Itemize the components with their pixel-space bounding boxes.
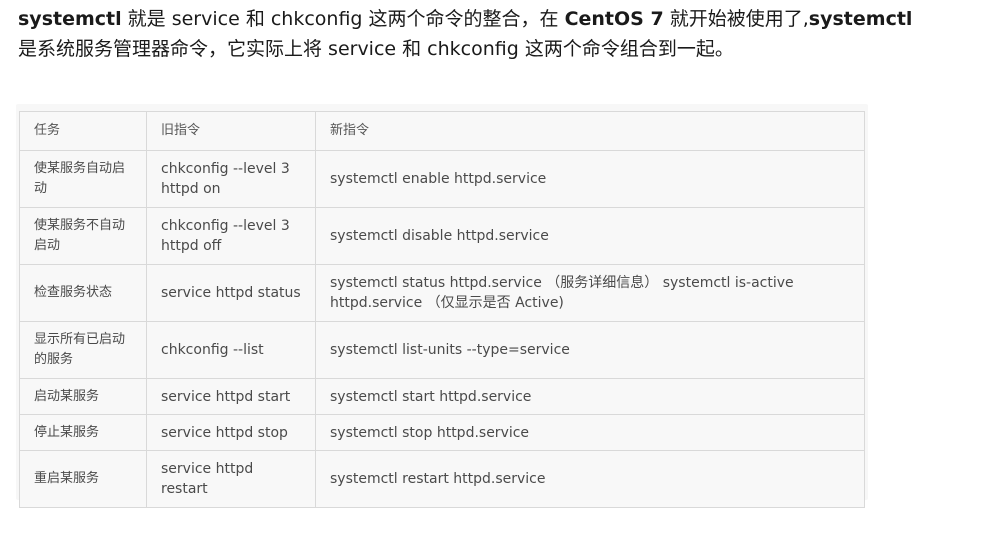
intro-line-2: 是系统服务管理器命令，它实际上将 service 和 chkconfig 这两个… bbox=[18, 38, 734, 60]
old-command-cell: service httpd start bbox=[146, 378, 316, 415]
new-command-cell: systemctl restart httpd.service bbox=[315, 450, 865, 508]
table-row: 检查服务状态 service httpd status systemctl st… bbox=[19, 264, 865, 322]
intro-text: 就是 service 和 chkconfig 这两个命令的整合，在 bbox=[121, 8, 565, 30]
term-centos: CentOS 7 bbox=[564, 8, 664, 30]
table-header-row: 任务 旧指令 新指令 bbox=[19, 111, 865, 151]
table-row: 启动某服务 service httpd start systemctl star… bbox=[19, 378, 865, 415]
table-row: 使某服务自动启动 chkconfig --level 3 httpd on sy… bbox=[19, 150, 865, 208]
task-cell: 显示所有已启动的服务 bbox=[19, 321, 147, 379]
task-cell: 使某服务自动启动 bbox=[19, 150, 147, 208]
header-old-command: 旧指令 bbox=[146, 111, 316, 151]
intro-line-1: systemctl 就是 service 和 chkconfig 这两个命令的整… bbox=[18, 4, 998, 34]
task-cell: 重启某服务 bbox=[19, 450, 147, 508]
intro-paragraph: systemctl 就是 service 和 chkconfig 这两个命令的整… bbox=[18, 4, 998, 64]
old-command-cell: chkconfig --level 3 httpd on bbox=[146, 150, 316, 208]
new-command-cell: systemctl list-units --type=service bbox=[315, 321, 865, 379]
command-comparison-table: 任务 旧指令 新指令 使某服务自动启动 chkconfig --level 3 … bbox=[19, 111, 865, 508]
intro-text: 就开始被使用了, bbox=[663, 8, 809, 30]
table-row: 使某服务不自动启动 chkconfig --level 3 httpd off … bbox=[19, 207, 865, 265]
term-systemctl: systemctl bbox=[808, 8, 913, 30]
old-command-cell: chkconfig --list bbox=[146, 321, 316, 379]
table-row: 停止某服务 service httpd stop systemctl stop … bbox=[19, 414, 865, 451]
new-command-cell: systemctl status httpd.service （服务详细信息） … bbox=[315, 264, 865, 322]
old-command-cell: service httpd status bbox=[146, 264, 316, 322]
header-task: 任务 bbox=[19, 111, 147, 151]
new-command-cell: systemctl enable httpd.service bbox=[315, 150, 865, 208]
new-command-cell: systemctl stop httpd.service bbox=[315, 414, 865, 451]
new-command-cell: systemctl start httpd.service bbox=[315, 378, 865, 415]
table-row: 显示所有已启动的服务 chkconfig --list systemctl li… bbox=[19, 321, 865, 379]
table-image-frame: 任务 旧指令 新指令 使某服务自动启动 chkconfig --level 3 … bbox=[16, 104, 868, 508]
old-command-cell: service httpd stop bbox=[146, 414, 316, 451]
task-cell: 使某服务不自动启动 bbox=[19, 207, 147, 265]
term-systemctl: systemctl bbox=[18, 8, 122, 30]
task-cell: 启动某服务 bbox=[19, 378, 147, 415]
task-cell: 检查服务状态 bbox=[19, 264, 147, 322]
new-command-cell: systemctl disable httpd.service bbox=[315, 207, 865, 265]
table-row: 重启某服务 service httpd restart systemctl re… bbox=[19, 450, 865, 508]
header-new-command: 新指令 bbox=[315, 111, 865, 151]
old-command-cell: service httpd restart bbox=[146, 450, 316, 508]
task-cell: 停止某服务 bbox=[19, 414, 147, 451]
old-command-cell: chkconfig --level 3 httpd off bbox=[146, 207, 316, 265]
